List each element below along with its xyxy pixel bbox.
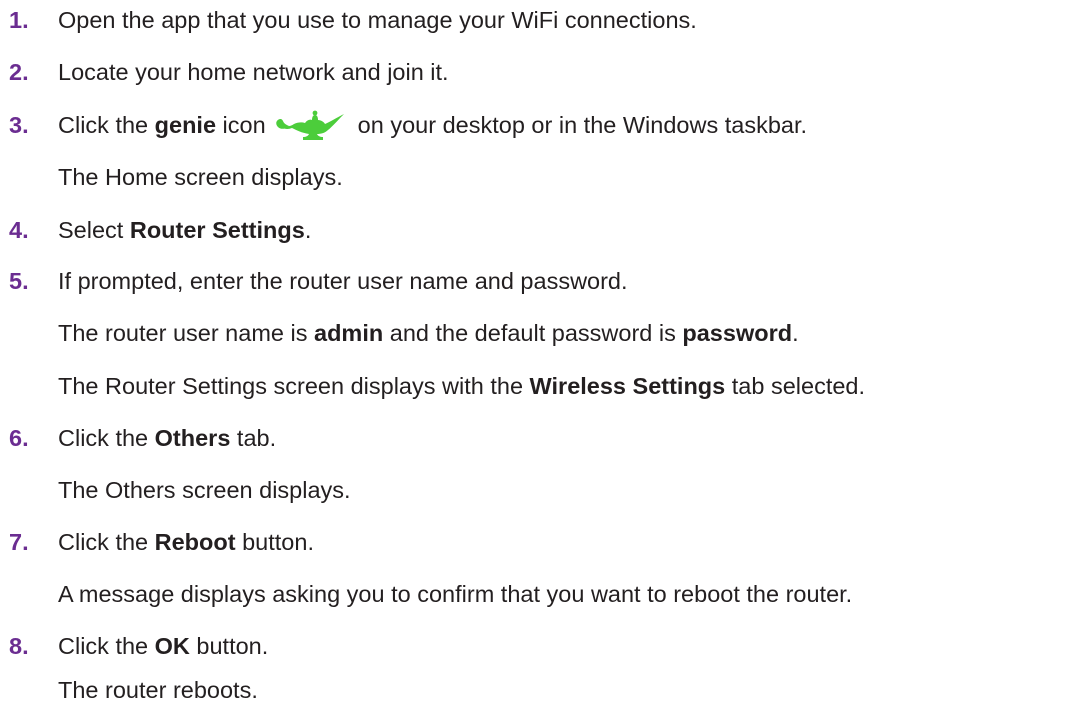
step-result: A message displays asking you to confirm… <box>58 581 853 607</box>
genie-label: genie <box>154 112 217 138</box>
step-text: Open the app that you use to manage your… <box>58 7 697 33</box>
username-value: admin <box>314 320 384 346</box>
step-text: Click the Others tab. <box>58 425 277 451</box>
step-text: Click the Reboot button. <box>58 529 314 555</box>
step-text: Locate your home network and join it. <box>58 59 449 85</box>
step-number: 5. <box>9 268 29 294</box>
step-result: The Others screen displays. <box>58 477 351 503</box>
step-number: 4. <box>9 217 29 243</box>
step-number: 1. <box>9 7 29 33</box>
password-value: password <box>682 320 793 346</box>
router-settings-label: Router Settings <box>129 217 305 243</box>
step-number: 7. <box>9 529 29 555</box>
step-result: The Home screen displays. <box>58 164 343 190</box>
step-text: Click the OK button. <box>58 633 269 659</box>
step-number: 8. <box>9 633 29 659</box>
others-label: Others <box>154 425 231 451</box>
instructions-page: { "steps": [ { "number": "1.", "text": "… <box>0 0 1066 709</box>
step-number: 6. <box>9 425 29 451</box>
wireless-settings-label: Wireless Settings <box>529 373 726 399</box>
step-result: The router reboots. <box>58 677 258 703</box>
step-text: If prompted, enter the router user name … <box>58 268 628 294</box>
step-number: 2. <box>9 59 29 85</box>
genie-lamp-icon <box>275 110 344 140</box>
step-text: Click the genie icon on your desktop or … <box>58 110 807 142</box>
step-result: The Router Settings screen displays with… <box>58 373 866 399</box>
ok-label: OK <box>154 633 190 659</box>
step-number: 3. <box>9 112 29 138</box>
step-detail: The router user name is admin and the de… <box>58 320 799 346</box>
reboot-label: Reboot <box>154 529 236 555</box>
step-text: Select Router Settings. <box>58 217 312 243</box>
